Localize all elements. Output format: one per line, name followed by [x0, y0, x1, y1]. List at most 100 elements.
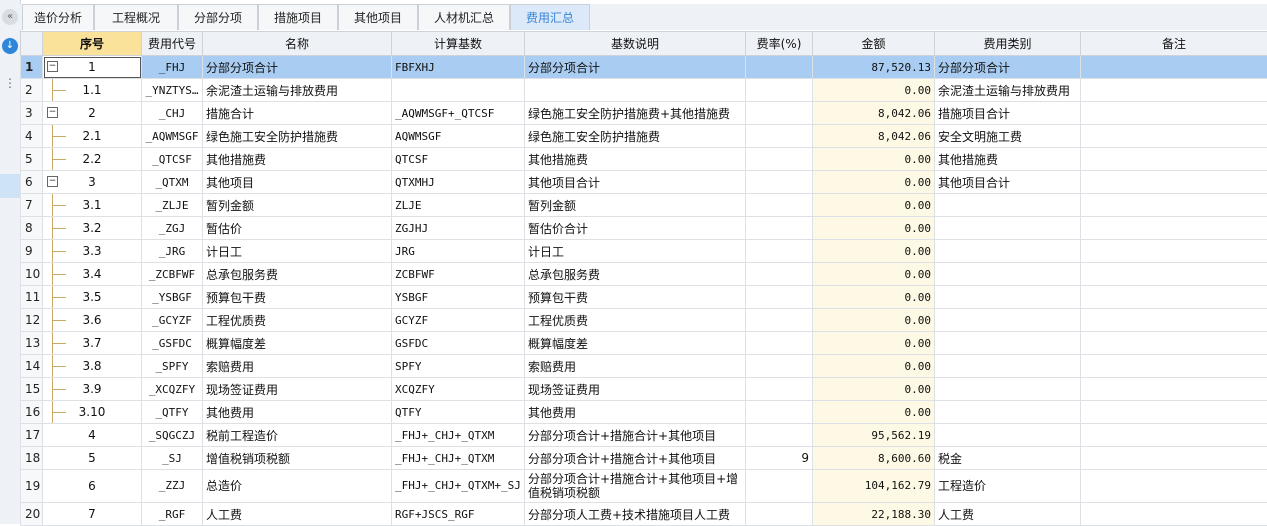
table-row[interactable]: 3−2_CHJ措施合计_AQWMSGF+_QTCSF绿色施工安全防护措施费+其他… [21, 102, 1267, 125]
cell-category[interactable]: 人工费 [935, 503, 1081, 526]
cell-note[interactable] [1081, 194, 1267, 217]
cell-rate[interactable] [746, 286, 813, 309]
cell-desc[interactable]: 分部分项合计+措施合计+其他项目 [525, 447, 746, 470]
table-row[interactable]: 103.4_ZCBFWF总承包服务费ZCBFWF总承包服务费0.00 [21, 263, 1267, 286]
cell-base[interactable]: _FHJ+_CHJ+_QTXM+_SJ [392, 470, 525, 503]
cell-note[interactable] [1081, 148, 1267, 171]
cell-seq[interactable]: 3.3 [43, 240, 142, 263]
cell-seq[interactable]: 7 [43, 503, 142, 526]
cell-amount[interactable]: 0.00 [813, 171, 935, 194]
column-header-note[interactable]: 备注 [1081, 32, 1267, 56]
cell-base[interactable]: YSBGF [392, 286, 525, 309]
cell-code[interactable]: _ZCBFWF [142, 263, 203, 286]
cell-amount[interactable]: 8,042.06 [813, 125, 935, 148]
cell-amount[interactable]: 0.00 [813, 309, 935, 332]
cell-seq[interactable]: 2.1 [43, 125, 142, 148]
cell-desc[interactable]: 总承包服务费 [525, 263, 746, 286]
cell-name[interactable]: 人工费 [203, 503, 392, 526]
cell-code[interactable]: _AQWMSGF [142, 125, 203, 148]
cell-amount[interactable]: 104,162.79 [813, 470, 935, 503]
cell-amount[interactable]: 0.00 [813, 217, 935, 240]
cell-seq[interactable]: 3.7 [43, 332, 142, 355]
row-number[interactable]: 9 [21, 240, 43, 263]
column-header-code[interactable]: 费用代号 [142, 32, 203, 56]
cell-rate[interactable] [746, 102, 813, 125]
cell-code[interactable]: _FHJ [142, 56, 203, 79]
cell-base[interactable]: GSFDC [392, 332, 525, 355]
cell-name[interactable]: 余泥渣土运输与排放费用 [203, 79, 392, 102]
cell-code[interactable]: _YSBGF [142, 286, 203, 309]
cell-desc[interactable]: 概算幅度差 [525, 332, 746, 355]
row-number[interactable]: 2 [21, 79, 43, 102]
cell-note[interactable] [1081, 401, 1267, 424]
cell-category[interactable] [935, 309, 1081, 332]
cell-name[interactable]: 增值税销项税额 [203, 447, 392, 470]
cell-seq[interactable]: 2.2 [43, 148, 142, 171]
cell-seq[interactable]: −2 [43, 102, 142, 125]
cell-seq[interactable]: 6 [43, 470, 142, 503]
cell-note[interactable] [1081, 470, 1267, 503]
cell-desc[interactable]: 其他措施费 [525, 148, 746, 171]
cell-rate[interactable]: 9 [746, 447, 813, 470]
cell-base[interactable]: ZCBFWF [392, 263, 525, 286]
collapse-toggle-icon[interactable]: − [47, 176, 58, 187]
cell-seq[interactable]: 1.1 [43, 79, 142, 102]
table-row[interactable]: 196_ZZJ总造价_FHJ+_CHJ+_QTXM+_SJ分部分项合计+措施合计… [21, 470, 1267, 503]
cell-name[interactable]: 分部分项合计 [203, 56, 392, 79]
table-row[interactable]: 207_RGF人工费RGF+JSCS_RGF分部分项人工费+技术措施项目人工费2… [21, 503, 1267, 526]
cell-name[interactable]: 其他费用 [203, 401, 392, 424]
cell-seq[interactable]: 3.1 [43, 194, 142, 217]
table-row[interactable]: 143.8_SPFY索赔费用SPFY索赔费用0.00 [21, 355, 1267, 378]
cell-base[interactable]: JRG [392, 240, 525, 263]
row-number[interactable]: 8 [21, 217, 43, 240]
cell-category[interactable] [935, 401, 1081, 424]
cell-base[interactable]: _FHJ+_CHJ+_QTXM [392, 447, 525, 470]
cell-code[interactable]: _ZGJ [142, 217, 203, 240]
cell-rate[interactable] [746, 217, 813, 240]
cell-note[interactable] [1081, 125, 1267, 148]
table-row[interactable]: 83.2_ZGJ暂估价ZGJHJ暂估价合计0.00 [21, 217, 1267, 240]
cell-category[interactable] [935, 240, 1081, 263]
collapse-toggle-icon[interactable]: − [47, 61, 58, 72]
row-number[interactable]: 7 [21, 194, 43, 217]
table-row[interactable]: 174_SQGCZJ税前工程造价_FHJ+_CHJ+_QTXM分部分项合计+措施… [21, 424, 1267, 447]
more-icon[interactable]: ⋮ [2, 78, 18, 88]
cell-amount[interactable]: 0.00 [813, 332, 935, 355]
cell-code[interactable]: _CHJ [142, 102, 203, 125]
cell-base[interactable]: AQWMSGF [392, 125, 525, 148]
cell-name[interactable]: 现场签证费用 [203, 378, 392, 401]
cell-note[interactable] [1081, 79, 1267, 102]
cell-base[interactable]: ZGJHJ [392, 217, 525, 240]
cell-rate[interactable] [746, 56, 813, 79]
cell-name[interactable]: 工程优质费 [203, 309, 392, 332]
cell-name[interactable]: 总承包服务费 [203, 263, 392, 286]
cell-desc[interactable]: 暂列金额 [525, 194, 746, 217]
cell-rate[interactable] [746, 424, 813, 447]
cell-amount[interactable]: 22,188.30 [813, 503, 935, 526]
cell-note[interactable] [1081, 286, 1267, 309]
cell-note[interactable] [1081, 378, 1267, 401]
cell-base[interactable]: QTCSF [392, 148, 525, 171]
row-number[interactable]: 15 [21, 378, 43, 401]
row-number[interactable]: 4 [21, 125, 43, 148]
cell-base[interactable]: SPFY [392, 355, 525, 378]
cell-rate[interactable] [746, 355, 813, 378]
column-header-rate[interactable]: 费率(%) [746, 32, 813, 56]
cell-rate[interactable] [746, 263, 813, 286]
cell-desc[interactable]: 现场签证费用 [525, 378, 746, 401]
cell-base[interactable]: QTFY [392, 401, 525, 424]
cell-name[interactable]: 其他项目 [203, 171, 392, 194]
cell-note[interactable] [1081, 355, 1267, 378]
table-row[interactable]: 153.9_XCQZFY现场签证费用XCQZFY现场签证费用0.00 [21, 378, 1267, 401]
cell-base[interactable]: _AQWMSGF+_QTCSF [392, 102, 525, 125]
cell-rate[interactable] [746, 79, 813, 102]
table-row[interactable]: 93.3_JRG计日工JRG计日工0.00 [21, 240, 1267, 263]
cell-name[interactable]: 措施合计 [203, 102, 392, 125]
cell-code[interactable]: _QTFY [142, 401, 203, 424]
cell-desc[interactable]: 分部分项合计 [525, 56, 746, 79]
cell-category[interactable]: 税金 [935, 447, 1081, 470]
cell-name[interactable]: 其他措施费 [203, 148, 392, 171]
cell-note[interactable] [1081, 171, 1267, 194]
cell-category[interactable] [935, 378, 1081, 401]
cell-note[interactable] [1081, 240, 1267, 263]
